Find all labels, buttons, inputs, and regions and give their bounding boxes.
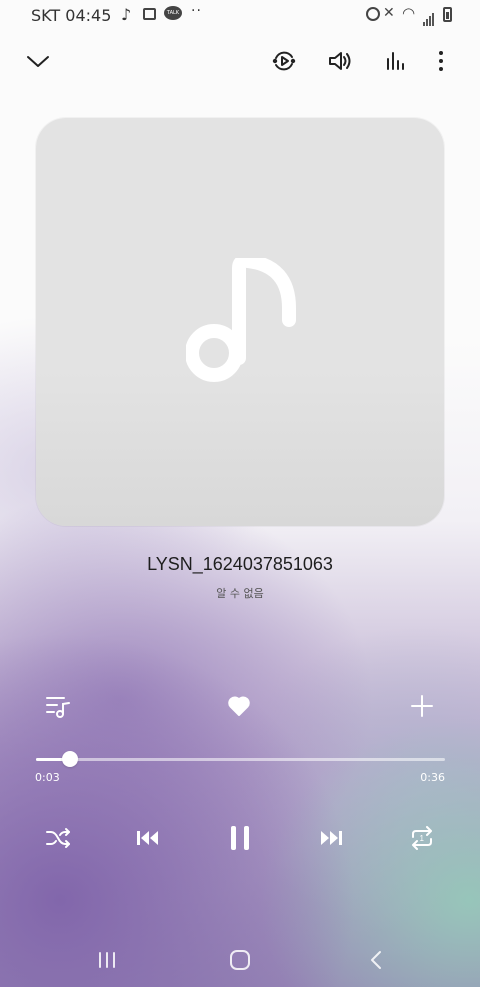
mute-icon: ✕ [383, 5, 395, 21]
chevron-down-icon [27, 56, 49, 67]
collapse-button[interactable] [21, 44, 55, 78]
image-icon [143, 8, 156, 20]
shuffle-button[interactable] [43, 818, 73, 858]
smart-view-button[interactable] [267, 44, 301, 78]
carrier-time: SKT 04:45 [31, 6, 112, 25]
repeat-one-icon: 1 [412, 826, 432, 850]
more-options-icon [439, 51, 443, 71]
previous-button[interactable] [133, 818, 163, 858]
equalizer-icon [387, 52, 404, 70]
wifi-icon: ◠ [402, 4, 416, 22]
music-note-icon: ♪ [121, 5, 132, 24]
add-icon [411, 695, 433, 717]
recent-apps-icon [99, 952, 115, 968]
more-options-button[interactable] [424, 44, 458, 78]
recent-apps-button[interactable] [87, 945, 127, 975]
total-duration: 0:36 [420, 771, 445, 784]
music-note-icon [186, 258, 296, 382]
add-button[interactable] [405, 690, 439, 722]
pause-icon [231, 826, 249, 850]
volume-button[interactable] [323, 44, 357, 78]
status-bar: SKT 04:45 ♪ TALK ·· ✕ ◠ [0, 0, 480, 32]
next-icon [321, 831, 342, 845]
equalizer-button[interactable] [379, 44, 413, 78]
progress-track[interactable] [36, 758, 445, 761]
pause-button[interactable] [224, 818, 256, 858]
home-button[interactable] [220, 945, 260, 975]
repeat-one-button[interactable]: 1 [407, 818, 437, 858]
repeat-count: 1 [420, 834, 425, 843]
signal-icon [423, 7, 435, 26]
back-icon [371, 951, 381, 969]
smart-view-icon [272, 51, 296, 71]
shuffle-icon [46, 828, 70, 848]
playlist-icon [46, 697, 70, 718]
progress-thumb[interactable] [62, 751, 78, 767]
track-title: LYSN_1624037851063 [147, 554, 333, 574]
alarm-icon [366, 7, 380, 21]
playlist-button[interactable] [41, 690, 75, 722]
home-icon [230, 950, 250, 970]
more-notifications-icon: ·· [191, 3, 202, 19]
battery-icon [443, 7, 452, 22]
track-artist: 알 수 없음 [216, 587, 264, 600]
album-art [36, 118, 444, 526]
favorite-button[interactable] [222, 690, 256, 722]
previous-icon [137, 831, 158, 845]
back-button[interactable] [356, 945, 396, 975]
elapsed-time: 0:03 [35, 771, 60, 784]
volume-icon [329, 52, 351, 70]
favorite-heart-icon [228, 696, 250, 716]
next-button[interactable] [316, 818, 346, 858]
talk-icon: TALK [164, 6, 182, 20]
